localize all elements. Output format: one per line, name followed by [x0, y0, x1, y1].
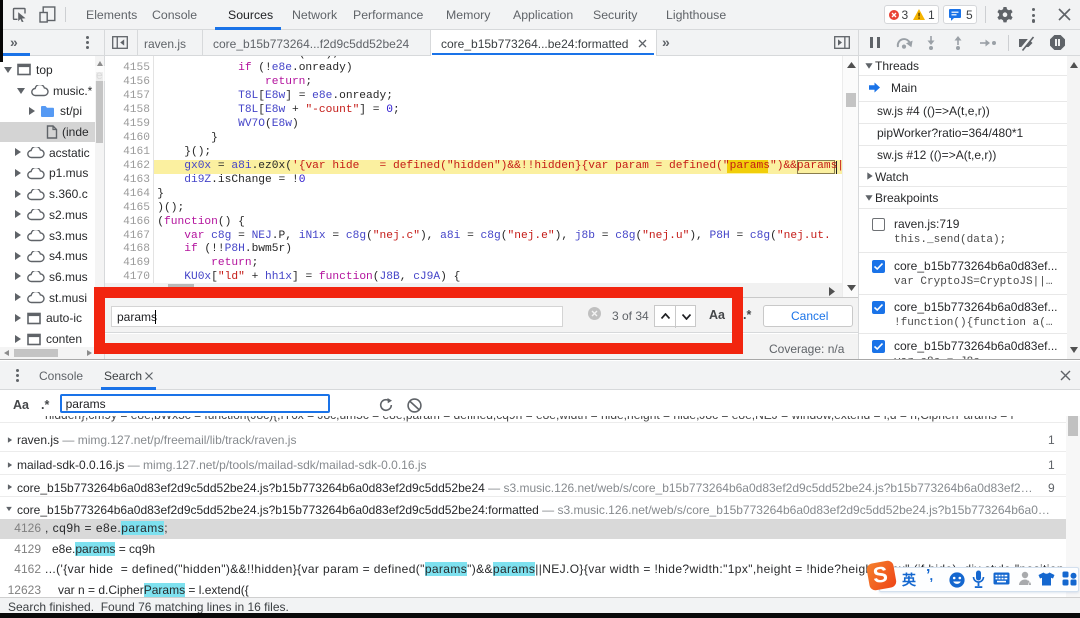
svg-text:7: 7 [1027, 580, 1031, 586]
